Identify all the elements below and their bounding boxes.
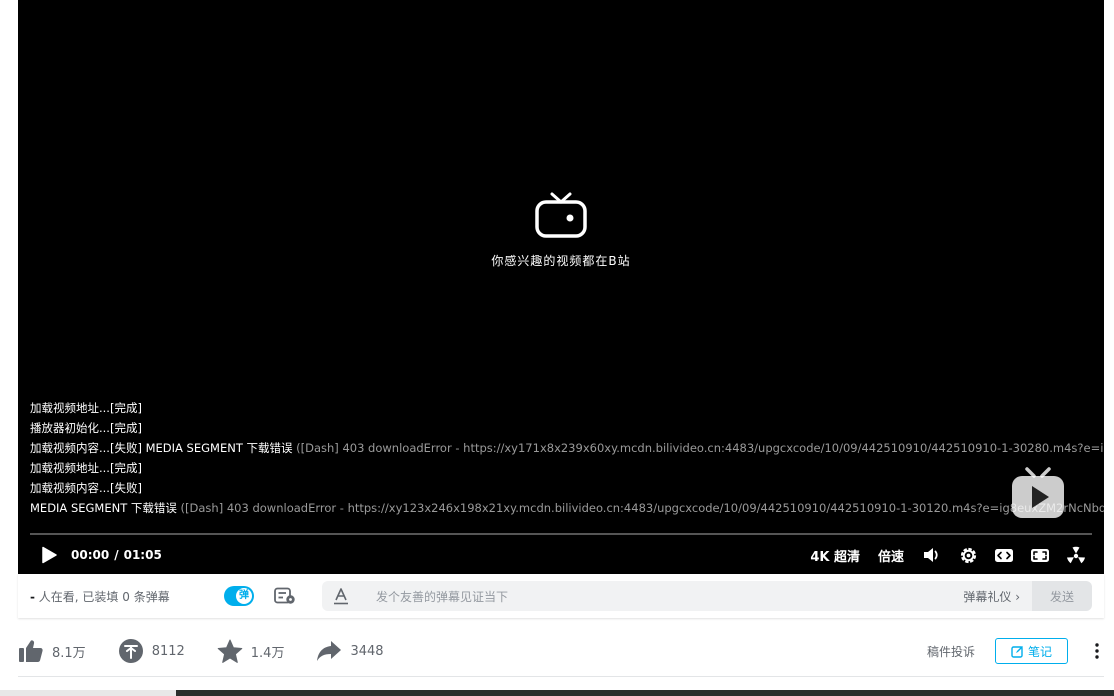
- report-link[interactable]: 稿件投诉: [927, 643, 975, 660]
- favorite-count: 1.4万: [250, 645, 285, 661]
- log-line: 播放器初始化...[完成]: [30, 418, 1104, 438]
- quality-button[interactable]: 4K 超清: [810, 546, 860, 565]
- log-detail: ([Dash] 403 downloadError - https://xy17…: [292, 441, 1104, 455]
- like-count: 8.1万: [52, 645, 86, 661]
- toolbar-right-group: 稿件投诉 笔记: [927, 638, 1104, 664]
- danmaku-bar: - 人在看, 已装填 0 条弹幕 弹 发个友善的弹幕见证当下 弹幕礼仪 › 发送: [18, 574, 1104, 618]
- more-button[interactable]: [1090, 641, 1104, 661]
- coin-button[interactable]: 8112: [118, 638, 185, 664]
- speed-button[interactable]: 倍速: [878, 546, 904, 565]
- corner-tv-play-icon[interactable]: [1010, 466, 1066, 520]
- danmaku-input-area: 发个友善的弹幕见证当下 弹幕礼仪 ›: [322, 581, 1032, 611]
- player-log: 加载视频地址...[完成] 播放器初始化...[完成] 加载视频内容...[失败…: [30, 398, 1104, 518]
- section-divider: [18, 676, 1104, 677]
- log-line: 加载视频内容...[失败]: [30, 478, 1104, 498]
- danmaku-settings-button[interactable]: [274, 586, 296, 606]
- fullscreen-button[interactable]: [1066, 545, 1086, 565]
- widescreen-button[interactable]: [994, 545, 1014, 565]
- player-control-bar: 00:00 / 01:05 4K 超清 倍速: [18, 536, 1104, 574]
- log-text: 加载视频地址...[完成]: [30, 461, 142, 475]
- note-icon: [1011, 645, 1023, 658]
- like-button[interactable]: 8.1万: [18, 638, 86, 664]
- web-fullscreen-button[interactable]: [1030, 545, 1050, 565]
- log-line: 加载视频地址...[完成]: [30, 458, 1104, 478]
- danmaku-toggle[interactable]: 弹: [224, 586, 254, 606]
- tv-logo-icon: [535, 192, 587, 238]
- viewer-count-text: 人在看, 已装填 0 条弹幕: [34, 589, 170, 604]
- player-slogan: 你感兴趣的视频都在B站: [491, 254, 631, 268]
- viewer-count: - 人在看, 已装填 0 条弹幕: [30, 588, 170, 605]
- favorite-icon: [217, 638, 243, 664]
- favorite-button[interactable]: 1.4万: [217, 638, 285, 664]
- video-page: 你感兴趣的视频都在B站 加载视频地址...[完成] 播放器初始化...[完成] …: [0, 0, 1114, 696]
- widescreen-icon: [995, 548, 1013, 562]
- share-icon: [316, 638, 342, 664]
- log-text: 加载视频内容...[失败] MEDIA SEGMENT 下载错误: [30, 441, 293, 455]
- note-button[interactable]: 笔记: [995, 638, 1068, 664]
- video-toolbar: 8.1万 8112 1.4万 3448 稿件投诉 笔记: [18, 632, 1104, 670]
- progress-bar[interactable]: [30, 533, 1092, 535]
- font-style-button[interactable]: [326, 587, 356, 605]
- bottom-strip-left: [0, 690, 176, 696]
- settings-button[interactable]: [958, 545, 978, 565]
- font-style-icon: [334, 588, 348, 605]
- log-line: 加载视频内容...[失败] MEDIA SEGMENT 下载错误 ([Dash]…: [30, 438, 1104, 458]
- log-text: 加载视频地址...[完成]: [30, 401, 142, 415]
- video-player[interactable]: 你感兴趣的视频都在B站 加载视频地址...[完成] 播放器初始化...[完成] …: [18, 0, 1104, 574]
- share-count: 3448: [350, 643, 384, 659]
- bottom-content-strip: [176, 690, 1114, 696]
- webfullscreen-icon: [1031, 548, 1049, 562]
- fullscreen-icon: [1067, 546, 1085, 564]
- play-icon: [42, 546, 57, 564]
- log-detail: ([Dash] 403 downloadError - https://xy12…: [176, 501, 1104, 515]
- danmaku-toggle-icon: 弹: [236, 588, 252, 604]
- note-label: 笔记: [1027, 644, 1052, 659]
- like-icon: [18, 638, 44, 664]
- time-total: 01:05: [123, 548, 162, 562]
- player-loading-logo: 你感兴趣的视频都在B站: [18, 190, 1104, 269]
- send-danmaku-button[interactable]: 发送: [1032, 581, 1092, 611]
- time-separator: /: [114, 548, 119, 562]
- coin-count: 8112: [151, 643, 185, 659]
- danmaku-input[interactable]: 发个友善的弹幕见证当下: [376, 588, 963, 605]
- time-current: 00:00: [71, 548, 110, 562]
- play-button[interactable]: [38, 544, 60, 566]
- log-line: MEDIA SEGMENT 下载错误 ([Dash] 403 downloadE…: [30, 498, 1104, 518]
- settings-icon: [960, 547, 976, 563]
- coin-icon: [118, 638, 144, 664]
- log-text: 播放器初始化...[完成]: [30, 421, 142, 435]
- volume-button[interactable]: [922, 545, 942, 565]
- danmaku-settings-icon: [274, 587, 295, 604]
- danmaku-etiquette-link[interactable]: 弹幕礼仪 ›: [963, 588, 1020, 605]
- share-button[interactable]: 3448: [316, 638, 384, 664]
- more-icon: [1095, 643, 1099, 659]
- control-right-group: 4K 超清 倍速: [810, 545, 1086, 565]
- log-line: 加载视频地址...[完成]: [30, 398, 1104, 418]
- log-text: MEDIA SEGMENT 下载错误: [30, 501, 177, 515]
- log-text: 加载视频内容...[失败]: [30, 481, 142, 495]
- volume-icon: [924, 548, 938, 562]
- time-display: 00:00 / 01:05: [71, 548, 162, 562]
